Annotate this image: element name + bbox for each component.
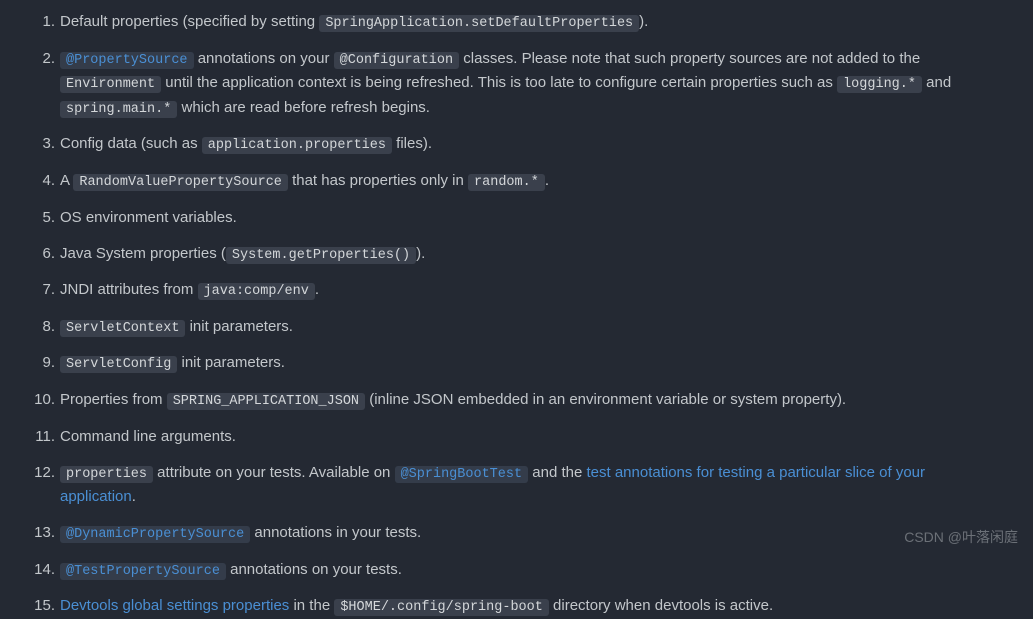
code-span: @Configuration — [334, 52, 459, 69]
property-source-list: Default properties (specified by setting… — [0, 10, 1033, 619]
text-span: ). — [639, 13, 648, 30]
watermark: CSDN @叶落闲庭 — [904, 526, 1018, 548]
code-span: random.* — [468, 174, 545, 191]
list-item: @DynamicPropertySource annotations in yo… — [60, 521, 1003, 546]
list-item: Command line arguments. — [60, 425, 1003, 449]
doc-link[interactable]: @SpringBootTest — [395, 464, 529, 481]
text-span: until the application context is being r… — [161, 74, 837, 91]
text-span: . — [315, 281, 319, 298]
text-span: . — [545, 172, 549, 189]
list-item: properties attribute on your tests. Avai… — [60, 461, 1003, 510]
text-span: init parameters. — [177, 354, 285, 371]
code-span: $HOME/.config/spring-boot — [334, 599, 549, 616]
doc-link[interactable]: @PropertySource — [60, 50, 194, 67]
text-span: Java System properties ( — [60, 245, 226, 262]
text-span: annotations on your — [194, 50, 334, 67]
list-item: Default properties (specified by setting… — [60, 10, 1003, 35]
code-span: @TestPropertySource — [60, 563, 226, 580]
text-span: files). — [392, 135, 432, 152]
code-span: ServletContext — [60, 320, 185, 337]
text-span: that has properties only in — [288, 172, 468, 189]
text-span: . — [132, 488, 136, 505]
text-span: ). — [416, 245, 425, 262]
code-span: java:comp/env — [198, 283, 315, 300]
text-span: annotations in your tests. — [250, 524, 421, 541]
text-span: directory when devtools is active. — [549, 597, 773, 614]
list-item: Properties from SPRING_APPLICATION_JSON … — [60, 388, 1003, 413]
code-span: System.getProperties() — [226, 247, 416, 264]
list-item: OS environment variables. — [60, 206, 1003, 230]
doc-link[interactable]: @DynamicPropertySource — [60, 524, 250, 541]
text-span: Properties from — [60, 391, 167, 408]
list-item: Config data (such as application.propert… — [60, 132, 1003, 157]
text-span: annotations on your tests. — [226, 561, 402, 578]
list-item: A RandomValuePropertySource that has pro… — [60, 169, 1003, 194]
doc-link[interactable]: Devtools global settings properties — [60, 597, 289, 614]
list-item: @PropertySource annotations on your @Con… — [60, 47, 1003, 121]
doc-link[interactable]: @TestPropertySource — [60, 561, 226, 578]
text-span: OS environment variables. — [60, 209, 237, 226]
text-span: Config data (such as — [60, 135, 202, 152]
text-span: classes. Please note that such property … — [459, 50, 920, 67]
code-span: @PropertySource — [60, 52, 194, 69]
text-span: and the — [528, 464, 586, 481]
list-item: @TestPropertySource annotations on your … — [60, 558, 1003, 583]
list-item: JNDI attributes from java:comp/env. — [60, 278, 1003, 303]
text-span: (inline JSON embedded in an environment … — [365, 391, 846, 408]
code-span: SPRING_APPLICATION_JSON — [167, 393, 365, 410]
code-span: SpringApplication.setDefaultProperties — [319, 15, 639, 32]
code-span: @SpringBootTest — [395, 466, 529, 483]
list-item: Java System properties (System.getProper… — [60, 242, 1003, 267]
text-span: which are read before refresh begins. — [177, 99, 430, 116]
code-span: properties — [60, 466, 153, 483]
list-item: Devtools global settings properties in t… — [60, 594, 1003, 619]
list-item: ServletContext init parameters. — [60, 315, 1003, 340]
code-span: RandomValuePropertySource — [73, 174, 288, 191]
code-span: ServletConfig — [60, 356, 177, 373]
text-span: and — [922, 74, 951, 91]
list-item: ServletConfig init parameters. — [60, 351, 1003, 376]
code-span: Environment — [60, 76, 161, 93]
text-span: in the — [289, 597, 334, 614]
code-span: @DynamicPropertySource — [60, 526, 250, 543]
text-span: attribute on your tests. Available on — [153, 464, 395, 481]
code-span: spring.main.* — [60, 101, 177, 118]
text-span: Default properties (specified by setting — [60, 13, 319, 30]
code-span: logging.* — [837, 76, 922, 93]
text-span: Command line arguments. — [60, 428, 236, 445]
text-span: init parameters. — [185, 318, 293, 335]
text-span: JNDI attributes from — [60, 281, 198, 298]
code-span: application.properties — [202, 137, 392, 154]
text-span: A — [60, 172, 73, 189]
